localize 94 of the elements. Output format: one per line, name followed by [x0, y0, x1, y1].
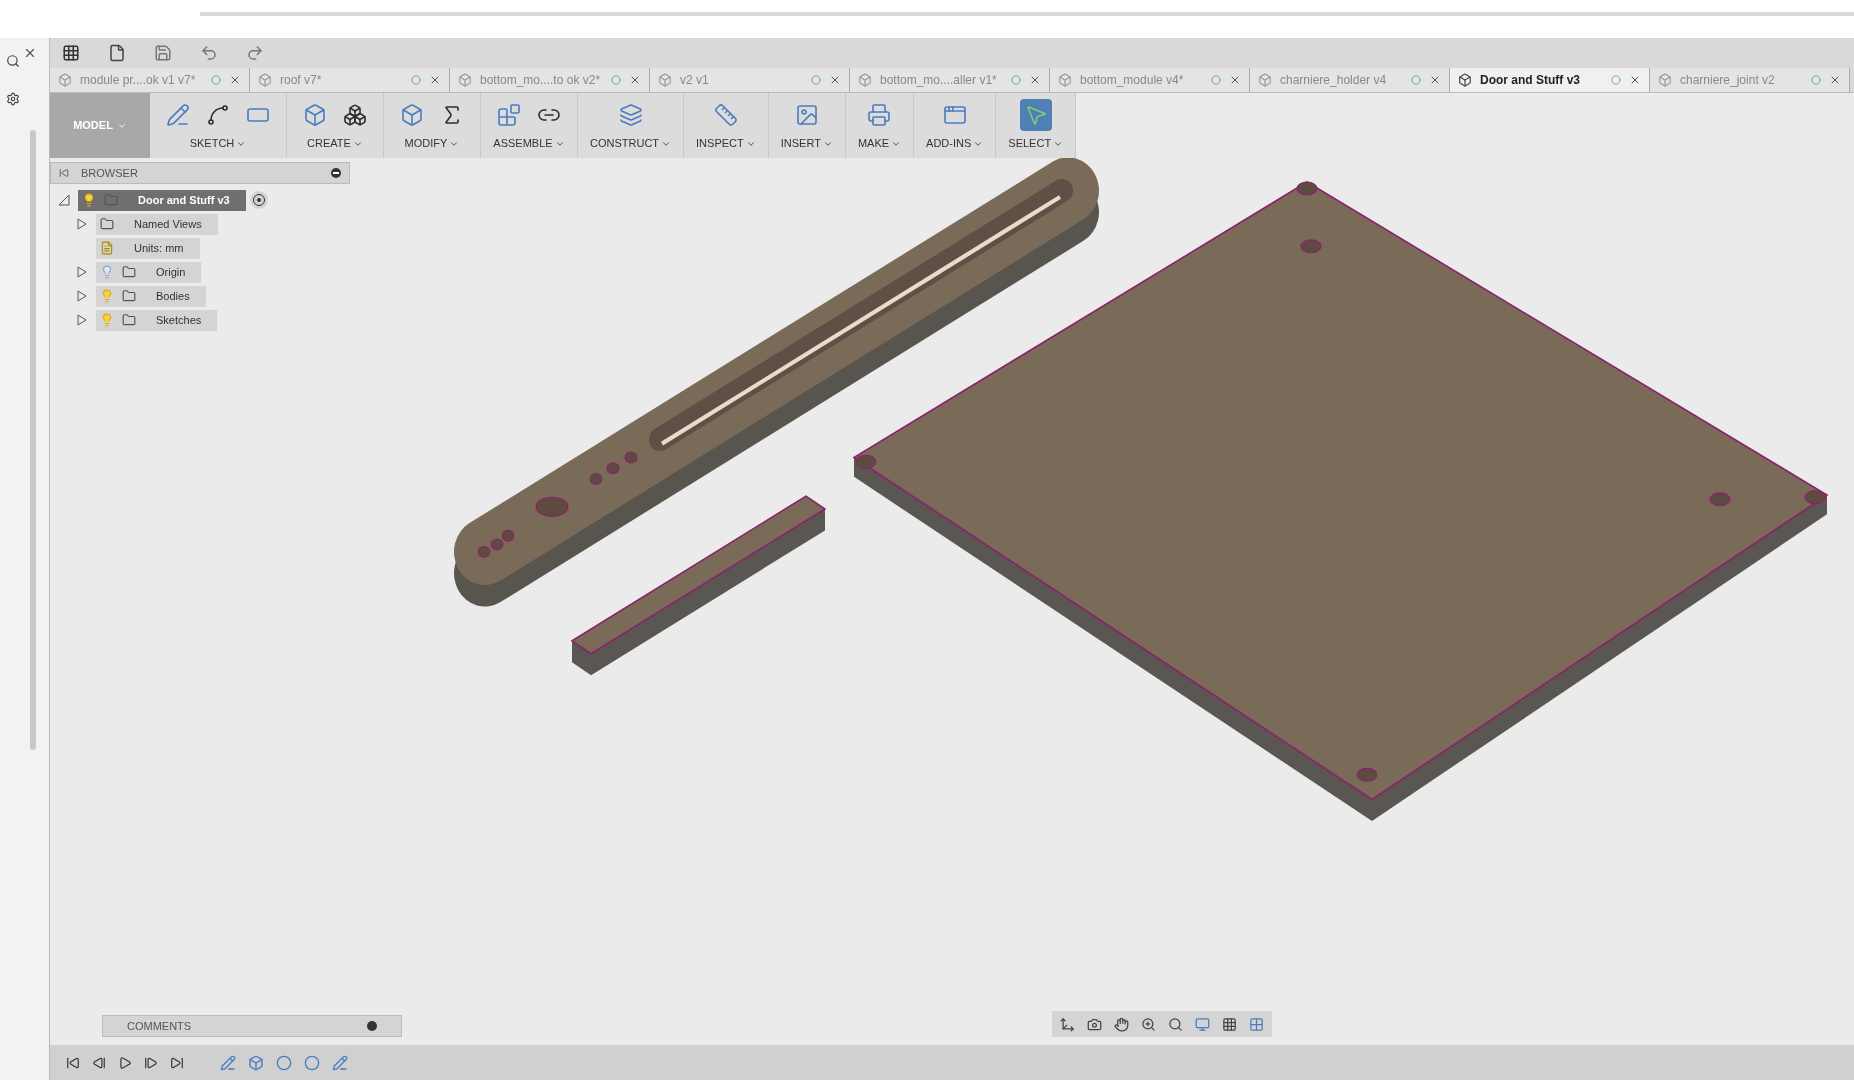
toolbar-menu-button[interactable]: ASSEMBLE	[493, 135, 565, 152]
folder-icon	[122, 265, 136, 279]
close-icon[interactable]	[229, 74, 241, 86]
activate-radio-icon[interactable]	[249, 191, 268, 209]
sketch-feature-icon[interactable]	[332, 1054, 348, 1071]
search-icon[interactable]	[5, 54, 20, 68]
cube-icon	[1258, 73, 1272, 87]
skip-end-icon[interactable]	[170, 1055, 184, 1070]
close-icon[interactable]	[1629, 74, 1641, 86]
status-circle-icon	[1411, 75, 1421, 85]
toolbar-menu-button[interactable]: ADD-INS	[926, 135, 984, 152]
status-circle-icon	[1011, 75, 1021, 85]
toolbar-menu-button[interactable]: SELECT	[1008, 135, 1064, 152]
cursor-icon[interactable]	[1019, 99, 1052, 132]
status-circle-icon	[411, 75, 421, 85]
toolbar-menu-button[interactable]: SKETCH	[189, 135, 247, 152]
zoom-window-icon[interactable]	[1168, 1016, 1183, 1032]
tree-item[interactable]: Bodies	[96, 285, 206, 307]
play-icon[interactable]	[118, 1055, 132, 1070]
toolbar-menu-button[interactable]: CREATE	[307, 135, 363, 152]
status-circle-icon	[1211, 75, 1221, 85]
pan-icon[interactable]	[1114, 1016, 1129, 1032]
tree-item-label: Bodies	[155, 288, 191, 304]
tree-item-label: Door and Stuff v3	[137, 192, 231, 208]
step-forward-icon[interactable]	[144, 1055, 158, 1070]
tree-item-label: Origin	[155, 264, 187, 280]
tab-label: v2 v1	[680, 72, 710, 89]
tab-label: bottom_module v4*	[1080, 72, 1185, 89]
grid-menu-icon[interactable]	[62, 44, 80, 62]
status-circle-icon	[211, 75, 221, 85]
status-circle-icon	[1811, 75, 1821, 85]
tree-item[interactable]: Sketches	[96, 309, 218, 331]
scrollbar-thumb[interactable]	[29, 130, 36, 750]
close-icon[interactable]	[23, 46, 37, 60]
cube-icon	[658, 73, 672, 87]
tab-label: bottom_mo....to ok v2*	[480, 72, 602, 89]
tree-item[interactable]: Units: mm	[96, 237, 200, 259]
cube-icon	[1458, 73, 1472, 87]
folder-icon	[122, 289, 136, 303]
zoom-icon[interactable]	[1141, 1016, 1156, 1032]
toolbar-menu-button[interactable]: INSERT	[780, 135, 833, 152]
close-icon[interactable]	[629, 74, 641, 86]
tab-label: module pr....ok v1 v7*	[80, 72, 197, 89]
cube-icon	[858, 73, 872, 87]
close-icon[interactable]	[829, 74, 841, 86]
close-icon[interactable]	[1429, 74, 1441, 86]
document-tab[interactable]: Door and Stuff v3	[1450, 68, 1650, 92]
camera-icon[interactable]	[1087, 1016, 1102, 1032]
extrude-feature-icon[interactable]	[248, 1054, 264, 1071]
viewports-icon[interactable]	[1249, 1016, 1264, 1032]
tree-item[interactable]: Door and Stuff v3	[78, 189, 246, 211]
tab-label: Door and Stuff v3	[1480, 72, 1581, 89]
tree-item[interactable]: Named Views	[96, 213, 218, 235]
file-icon[interactable]	[108, 44, 126, 62]
display-icon[interactable]	[1195, 1016, 1210, 1032]
settings-icon[interactable]	[5, 92, 20, 106]
cube-icon	[58, 73, 72, 87]
tree-item-label: Named Views	[133, 216, 203, 232]
tab-label: roof v7*	[280, 72, 323, 89]
toolbar-menu-button[interactable]: MODIFY	[404, 135, 460, 152]
close-icon[interactable]	[1229, 74, 1241, 86]
sketch-feature-icon[interactable]	[220, 1054, 236, 1071]
step-back-icon[interactable]	[92, 1055, 106, 1070]
tree-item-label: Sketches	[155, 312, 203, 328]
tab-label: charniere_holder v4	[1280, 72, 1388, 89]
panel-title: BROWSER	[81, 165, 139, 181]
redo-icon[interactable]	[246, 44, 264, 62]
cube-icon	[258, 73, 272, 87]
undo-icon[interactable]	[200, 44, 218, 62]
tree-item[interactable]: Origin	[96, 261, 202, 283]
status-circle-icon	[611, 75, 621, 85]
toolbar-menu-button[interactable]: CONSTRUCT	[590, 135, 672, 152]
folder-icon	[122, 313, 136, 327]
tab-label: charniere_joint v2	[1680, 72, 1776, 89]
status-circle-icon	[1611, 75, 1621, 85]
skip-start-icon[interactable]	[66, 1055, 80, 1070]
collapse-icon[interactable]	[59, 168, 69, 178]
tree-item-label: Units: mm	[133, 240, 185, 256]
document-icon	[100, 241, 114, 255]
close-icon[interactable]	[429, 74, 441, 86]
status-circle-icon	[811, 75, 821, 85]
cube-icon	[458, 73, 472, 87]
toolbar-menu-button[interactable]: INSPECT	[696, 135, 756, 152]
panel-title: COMMENTS	[127, 1018, 193, 1034]
grid-icon[interactable]	[1222, 1016, 1237, 1032]
cube-icon	[1058, 73, 1072, 87]
toolbar-menu-button[interactable]: MAKE	[857, 135, 902, 152]
folder-icon	[100, 217, 114, 231]
lightbulb-icon[interactable]	[82, 193, 96, 207]
close-icon[interactable]	[1829, 74, 1841, 86]
tab-label: bottom_mo....aller v1*	[880, 72, 998, 89]
close-icon[interactable]	[1029, 74, 1041, 86]
cube-icon	[1658, 73, 1672, 87]
save-icon[interactable]	[154, 44, 172, 62]
